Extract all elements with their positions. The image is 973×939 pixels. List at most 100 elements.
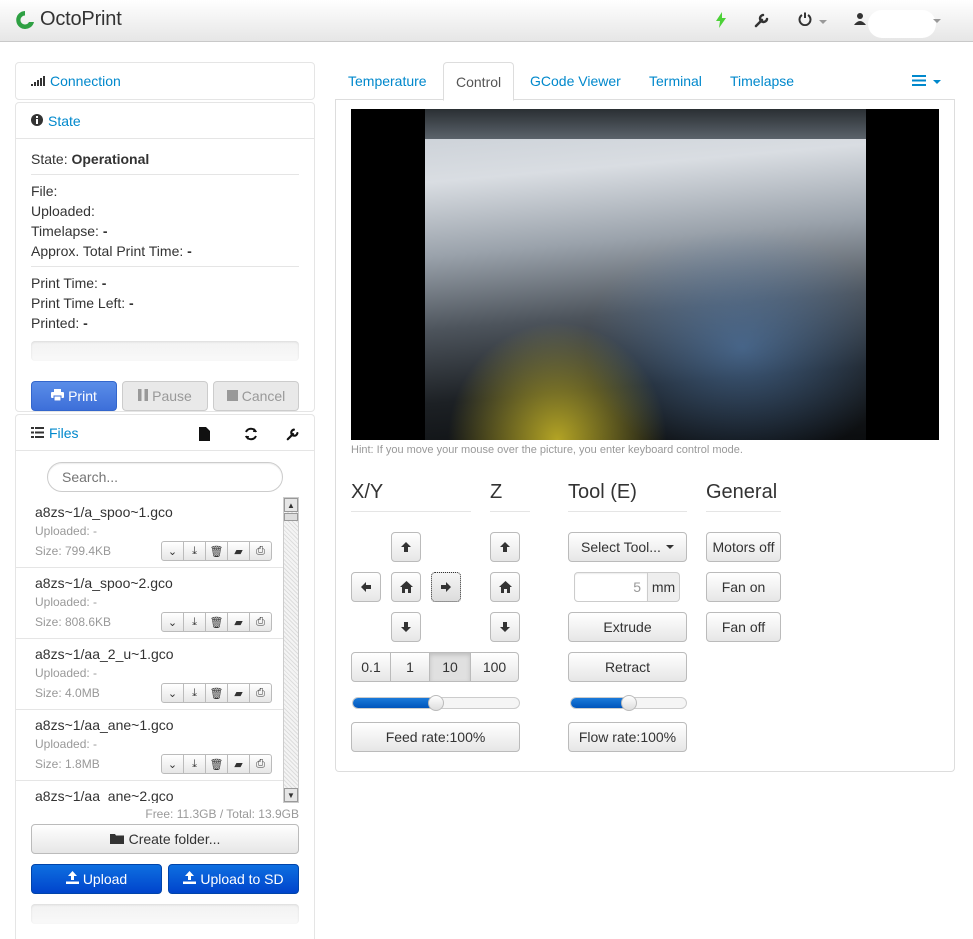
create-folder-button[interactable]: Create folder... — [31, 824, 299, 854]
tabs-overflow-menu[interactable] — [900, 62, 953, 100]
tab-gcode-viewer[interactable]: GCode Viewer — [518, 62, 633, 100]
print-button[interactable]: Print — [31, 381, 117, 411]
approx-time-line: Approx. Total Print Time: - — [31, 243, 192, 259]
extrude-button[interactable]: Extrude — [568, 612, 687, 642]
select-tool-button[interactable]: Select Tool... — [568, 532, 687, 562]
file-search-input[interactable] — [47, 462, 283, 492]
brand[interactable]: OctoPrint — [14, 8, 122, 31]
pause-button[interactable]: Pause — [122, 381, 208, 411]
user-icon[interactable] — [854, 12, 866, 30]
print-icon[interactable]: ⎙ — [249, 754, 272, 774]
print-icon[interactable]: ⎙ — [249, 612, 272, 632]
fan-on-button[interactable]: Fan on — [706, 572, 781, 602]
list-item[interactable]: a8zs~1/aa_ane~2.gco — [15, 781, 285, 803]
flow-rate-slider-handle[interactable] — [621, 695, 637, 711]
upload-button[interactable]: Upload — [31, 864, 162, 894]
retract-button[interactable]: Retract — [568, 652, 687, 682]
folder-open-icon[interactable]: ▰ — [227, 683, 250, 703]
tool-title: Tool (E) — [568, 481, 637, 503]
tab-terminal[interactable]: Terminal — [637, 62, 714, 100]
chevron-down-icon — [665, 545, 674, 549]
new-file-icon[interactable] — [199, 427, 210, 444]
scroll-up-icon[interactable]: ▲ — [284, 498, 298, 512]
feed-rate-slider[interactable] — [352, 695, 520, 711]
state-body: State: Operational File: Uploaded: Timel… — [16, 139, 314, 411]
extrude-amount-group: mm — [574, 572, 680, 602]
cancel-button[interactable]: Cancel — [213, 381, 299, 411]
download-icon[interactable]: ⤓ — [183, 754, 206, 774]
user-menu[interactable] — [868, 10, 936, 38]
power-flash-icon[interactable] — [716, 12, 726, 33]
scroll-thumb[interactable] — [284, 513, 298, 521]
timelapse-line: Timelapse: - — [31, 223, 108, 239]
step-10-button[interactable]: 10 — [429, 652, 471, 682]
chevron-down-icon — [932, 80, 941, 85]
folder-open-icon[interactable]: ▰ — [227, 541, 250, 561]
file-uploaded: Uploaded: - — [35, 595, 98, 609]
file-name: a8zs~1/aa_ane~2.gco — [35, 788, 174, 803]
upload-progress-bar — [31, 904, 299, 924]
print-icon[interactable]: ⎙ — [249, 683, 272, 703]
file-actions: ⌄ ⤓ 🗑 ▰ ⎙ — [161, 683, 272, 703]
xy-home-button[interactable] — [391, 572, 421, 602]
z-home-button[interactable] — [490, 572, 520, 602]
files-header[interactable]: Files — [16, 415, 314, 451]
feed-rate-button[interactable]: Feed rate:100% — [351, 722, 520, 752]
expand-icon[interactable]: ⌄ — [161, 541, 184, 561]
feed-rate-slider-handle[interactable] — [428, 695, 444, 711]
list-item[interactable]: a8zs~1/a_spoo~2.gco Uploaded: - Size: 80… — [15, 568, 285, 639]
webcam-image — [425, 109, 866, 440]
divider — [31, 266, 299, 267]
connection-title: Connection — [50, 73, 121, 89]
fan-off-button[interactable]: Fan off — [706, 612, 781, 642]
folder-open-icon[interactable]: ▰ — [227, 754, 250, 774]
flow-rate-slider[interactable] — [570, 695, 687, 711]
y-minus-button[interactable] — [391, 612, 421, 642]
motors-off-button[interactable]: Motors off — [706, 532, 781, 562]
step-0-1-button[interactable]: 0.1 — [351, 652, 391, 682]
state-panel: State State: Operational File: Uploaded:… — [15, 102, 315, 412]
z-title: Z — [490, 481, 503, 503]
print-icon[interactable]: ⎙ — [249, 541, 272, 561]
state-header[interactable]: State — [16, 103, 314, 139]
extrude-amount-input[interactable] — [574, 572, 648, 602]
list-item[interactable]: a8zs~1/aa_ane~1.gco Uploaded: - Size: 1.… — [15, 710, 285, 781]
x-minus-button[interactable] — [351, 572, 381, 602]
tab-timelapse[interactable]: Timelapse — [718, 62, 806, 100]
list-item[interactable]: a8zs~1/aa_2_u~1.gco Uploaded: - Size: 4.… — [15, 639, 285, 710]
webcam-image-top — [425, 109, 866, 139]
file-uploaded: Uploaded: - — [35, 737, 98, 751]
expand-icon[interactable]: ⌄ — [161, 612, 184, 632]
power-icon[interactable] — [798, 12, 828, 31]
download-icon[interactable]: ⤓ — [183, 612, 206, 632]
trash-icon[interactable]: 🗑 — [205, 754, 228, 774]
step-1-button[interactable]: 1 — [390, 652, 430, 682]
tab-temperature[interactable]: Temperature — [336, 62, 439, 100]
trash-icon[interactable]: 🗑 — [205, 541, 228, 561]
tab-control[interactable]: Control — [443, 62, 515, 101]
refresh-icon[interactable] — [244, 427, 258, 444]
x-plus-button[interactable] — [431, 572, 461, 602]
file-list-scrollbar[interactable]: ▲ ▼ — [283, 497, 299, 803]
y-plus-button[interactable] — [391, 532, 421, 562]
folder-open-icon[interactable]: ▰ — [227, 612, 250, 632]
file-actions: ⌄ ⤓ 🗑 ▰ ⎙ — [161, 612, 272, 632]
trash-icon[interactable]: 🗑 — [205, 612, 228, 632]
download-icon[interactable]: ⤓ — [183, 683, 206, 703]
expand-icon[interactable]: ⌄ — [161, 683, 184, 703]
z-minus-button[interactable] — [490, 612, 520, 642]
flow-rate-button[interactable]: Flow rate:100% — [568, 722, 687, 752]
scroll-down-icon[interactable]: ▼ — [284, 788, 298, 802]
z-plus-button[interactable] — [490, 532, 520, 562]
step-100-button[interactable]: 100 — [470, 652, 519, 682]
wrench-icon[interactable] — [286, 427, 300, 444]
trash-icon[interactable]: 🗑 — [205, 683, 228, 703]
download-icon[interactable]: ⤓ — [183, 541, 206, 561]
webcam-stream[interactable] — [351, 109, 939, 440]
connection-header[interactable]: Connection — [16, 63, 314, 99]
list-item[interactable]: a8zs~1/a_spoo~1.gco Uploaded: - Size: 79… — [15, 497, 285, 568]
expand-icon[interactable]: ⌄ — [161, 754, 184, 774]
upload-to-sd-button[interactable]: Upload to SD — [168, 864, 299, 894]
wrench-icon[interactable] — [754, 12, 770, 33]
arrow-up-icon — [500, 542, 510, 552]
